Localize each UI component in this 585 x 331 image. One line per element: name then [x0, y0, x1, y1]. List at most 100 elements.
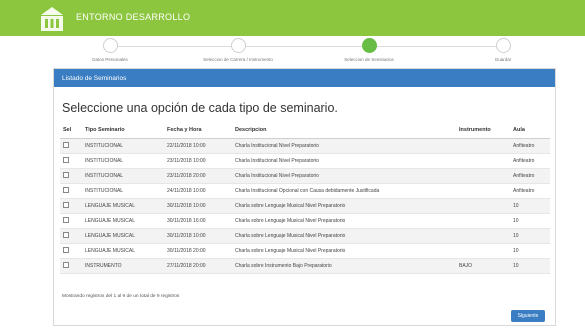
instrumento-cell	[456, 153, 510, 169]
tipo-cell: LENGUAJE MUSICAL	[82, 198, 164, 214]
fecha-cell: 23/11/2018 10:00	[164, 153, 232, 169]
fecha-cell: 30/11/2018 10:00	[164, 228, 232, 244]
fecha-cell: 27/11/2018 20:00	[164, 258, 232, 274]
fecha-cell: 23/11/2018 20:00	[164, 168, 232, 184]
tipo-cell: INSTITUCIONAL	[82, 153, 164, 169]
table-row[interactable]: LENGUAJE MUSICAL 30/11/2018 10:00 Charla s…	[60, 198, 550, 214]
select-checkbox[interactable]	[63, 232, 69, 239]
column-header-tipo: Tipo Seminario	[82, 123, 164, 139]
instrumento-cell	[456, 213, 510, 229]
table-row[interactable]: INSTRUMENTO 27/11/2018 20:00 Charla sobre …	[60, 258, 550, 274]
table-row[interactable]: INSTITUCIONAL 24/11/2018 10:00 Charla Inst…	[60, 183, 550, 199]
select-checkbox[interactable]	[63, 262, 69, 269]
step-datos-personales[interactable]: Datos Personales	[55, 38, 165, 62]
table-row[interactable]: INSTITUCIONAL 23/11/2018 20:00 Charla Inst…	[60, 168, 550, 184]
instrumento-cell	[456, 198, 510, 214]
table-row[interactable]: LENGUAJE MUSICAL 30/11/2018 20:00 Charla s…	[60, 243, 550, 259]
step-seleccion-seminarios[interactable]: Seleccion de Seminarios	[314, 38, 424, 62]
panel-title: Listado de Seminarios	[54, 69, 555, 87]
select-checkbox-cell	[60, 138, 82, 154]
descripcion-cell: Charla sobre Instrumento Bajo Preparator…	[232, 258, 456, 274]
descripcion-cell: Charla sobre Lenguaje Musical Nivel Prep…	[232, 228, 456, 244]
select-checkbox-cell	[60, 198, 82, 214]
top-header-bar: ENTORNO DESARROLLO	[0, 0, 585, 36]
app-title: ENTORNO DESARROLLO	[76, 12, 191, 22]
select-checkbox[interactable]	[63, 157, 69, 164]
tipo-cell: INSTITUCIONAL	[82, 183, 164, 199]
tipo-cell: LENGUAJE MUSICAL	[82, 228, 164, 244]
select-checkbox-cell	[60, 183, 82, 199]
steps-connector	[111, 46, 504, 47]
column-header-sel: Sel	[60, 123, 82, 139]
step-circle-icon	[230, 38, 246, 53]
siguiente-button[interactable]: Siguiente	[511, 310, 545, 322]
instrumento-cell	[456, 168, 510, 184]
step-label: Seleccion de Carrera / Instrumento	[203, 57, 273, 62]
select-checkbox[interactable]	[63, 247, 69, 254]
step-label: Seleccion de Seminarios	[344, 57, 394, 62]
aula-cell: 10	[510, 198, 550, 214]
table-row[interactable]: LENGUAJE MUSICAL 30/11/2018 16:00 Charla s…	[60, 213, 550, 229]
aula-cell: Anfiteatro	[510, 138, 550, 154]
table-header-row: Sel Tipo Seminario Fecha y Hora Descripc…	[60, 123, 550, 139]
tipo-cell: LENGUAJE MUSICAL	[82, 243, 164, 259]
step-label: Datos Personales	[92, 57, 128, 62]
select-checkbox-cell	[60, 153, 82, 169]
fecha-cell: 22/11/2018 10:00	[164, 138, 232, 154]
select-checkbox[interactable]	[63, 202, 69, 209]
table-row[interactable]: INSTITUCIONAL 23/11/2018 10:00 Charla Inst…	[60, 153, 550, 169]
fecha-cell: 30/11/2018 16:00	[164, 213, 232, 229]
select-checkbox[interactable]	[63, 217, 69, 224]
tipo-cell: INSTRUMENTO	[82, 258, 164, 274]
aula-cell: 10	[510, 243, 550, 259]
fecha-cell: 24/11/2018 10:00	[164, 183, 232, 199]
aula-cell: 10	[510, 228, 550, 244]
descripcion-cell: Charla Institucional Opcional con Causa …	[232, 183, 456, 199]
select-checkbox-cell	[60, 228, 82, 244]
step-circle-icon	[102, 38, 118, 53]
select-checkbox-cell	[60, 168, 82, 184]
column-header-fecha: Fecha y Hora	[164, 123, 232, 139]
tipo-cell: LENGUAJE MUSICAL	[82, 213, 164, 229]
column-header-descripcion: Descripcion	[232, 123, 456, 139]
descripcion-cell: Charla Institucional Nivel Preparatorio	[232, 153, 456, 169]
descripcion-cell: Charla sobre Lenguaje Musical Nivel Prep…	[232, 198, 456, 214]
select-checkbox-cell	[60, 243, 82, 259]
step-guardar[interactable]: Guardar	[448, 38, 558, 62]
building-logo-icon	[41, 7, 63, 31]
wizard-steps: Datos Personales Seleccion de Carrera / …	[55, 38, 545, 68]
seminarios-panel: Listado de Seminarios Seleccione una opc…	[53, 68, 556, 326]
descripcion-cell: Charla sobre Lenguaje Musical Nivel Prep…	[232, 213, 456, 229]
step-label: Guardar	[494, 57, 512, 62]
tipo-cell: INSTITUCIONAL	[82, 168, 164, 184]
select-checkbox[interactable]	[63, 172, 69, 179]
column-header-aula: Aula	[510, 123, 550, 139]
aula-cell: Anfiteatro	[510, 153, 550, 169]
select-checkbox[interactable]	[63, 142, 69, 149]
tipo-cell: INSTITUCIONAL	[82, 138, 164, 154]
instrumento-cell: BAJO	[456, 258, 510, 274]
select-checkbox-cell	[60, 213, 82, 229]
instrumento-cell	[456, 243, 510, 259]
column-header-instrumento: Instrumento	[456, 123, 510, 139]
table-row[interactable]: LENGUAJE MUSICAL 30/11/2018 10:00 Charla s…	[60, 228, 550, 244]
fecha-cell: 30/11/2018 20:00	[164, 243, 232, 259]
instrumento-cell	[456, 228, 510, 244]
aula-cell: Anfiteatro	[510, 168, 550, 184]
step-circle-active-icon	[361, 38, 377, 53]
fecha-cell: 30/11/2018 10:00	[164, 198, 232, 214]
descripcion-cell: Charla Institucional Nivel Preparatorio	[232, 138, 456, 154]
seminarios-table: Sel Tipo Seminario Fecha y Hora Descripc…	[60, 123, 550, 274]
select-checkbox[interactable]	[63, 187, 69, 194]
select-checkbox-cell	[60, 258, 82, 274]
table-info: Mostrando registros del 1 al 9 de un tot…	[62, 294, 180, 299]
descripcion-cell: Charla sobre Lenguaje Musical Nivel Prep…	[232, 243, 456, 259]
descripcion-cell: Charla Institucional Nivel Preparatorio	[232, 168, 456, 184]
page-heading: Seleccione una opción de cada tipo de se…	[62, 101, 338, 115]
step-seleccion-carrera[interactable]: Seleccion de Carrera / Instrumento	[183, 38, 293, 62]
instrumento-cell	[456, 183, 510, 199]
table-row[interactable]: INSTITUCIONAL 22/11/2018 10:00 Charla Inst…	[60, 138, 550, 154]
instrumento-cell	[456, 138, 510, 154]
step-circle-icon	[495, 38, 511, 53]
aula-cell: 10	[510, 258, 550, 274]
